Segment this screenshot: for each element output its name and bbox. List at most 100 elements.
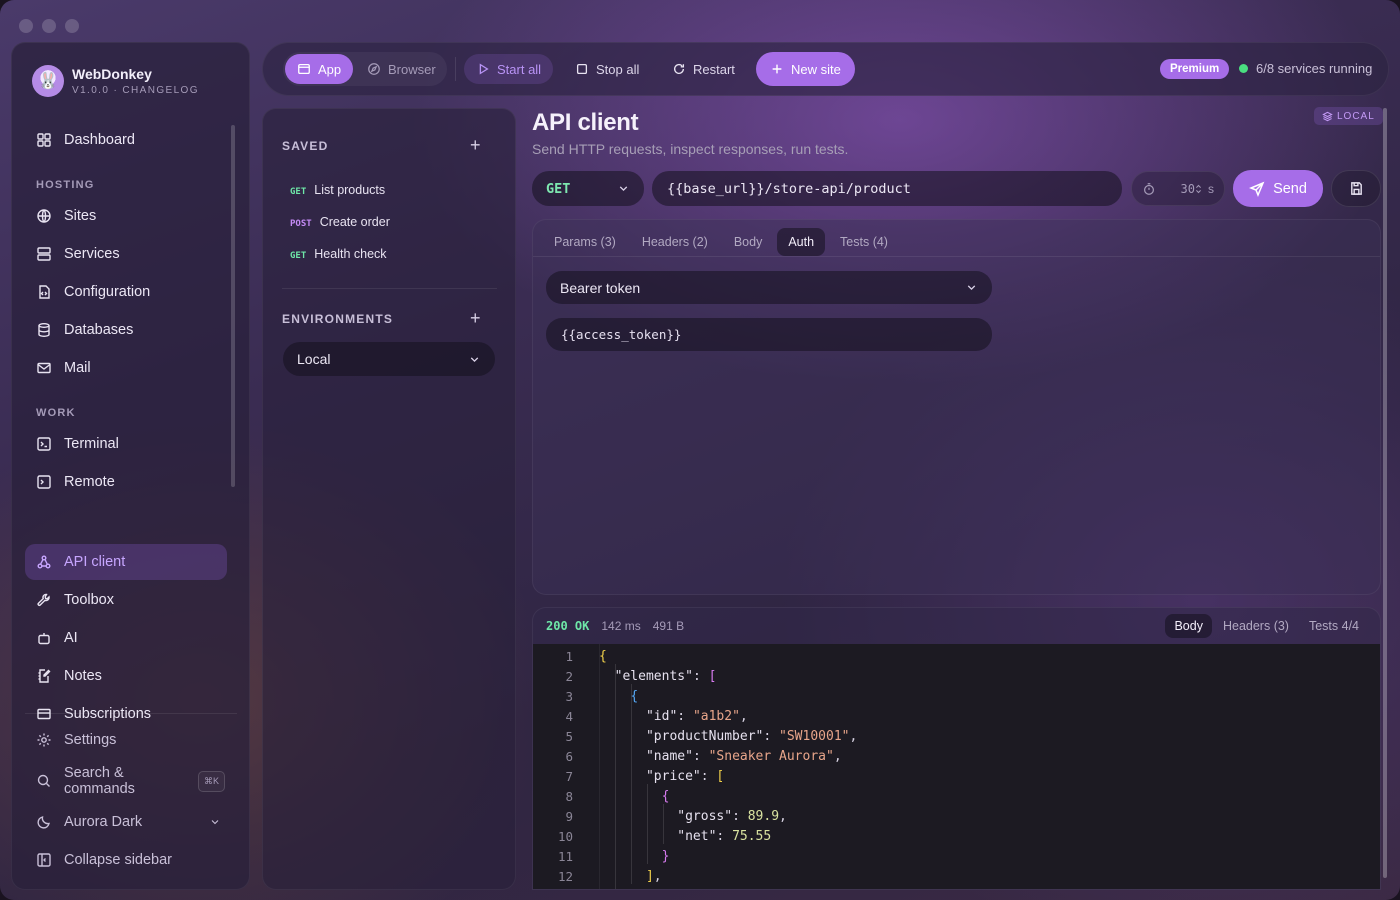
stop-all-button[interactable]: Stop all bbox=[563, 54, 651, 84]
environment-select[interactable]: Local bbox=[283, 342, 495, 376]
sidebar-item-label: Databases bbox=[64, 322, 134, 338]
grid-icon bbox=[37, 133, 51, 147]
tab-response-body[interactable]: Body bbox=[1165, 614, 1212, 638]
token-input[interactable]: {{access_token}} bbox=[546, 318, 992, 351]
line-number: 9 bbox=[565, 808, 573, 824]
indent-guide bbox=[615, 664, 616, 889]
environments-heading: ENVIRONMENTS bbox=[282, 312, 394, 326]
close-window-button[interactable] bbox=[19, 19, 33, 33]
webhook-icon bbox=[37, 555, 51, 569]
premium-badge[interactable]: Premium bbox=[1160, 59, 1230, 79]
tab-params[interactable]: Params (3) bbox=[543, 228, 627, 256]
sidebar-scrollbar[interactable] bbox=[231, 125, 235, 487]
send-button[interactable]: Send bbox=[1233, 170, 1323, 207]
layers-icon bbox=[1322, 111, 1333, 121]
url-input[interactable]: {{base_url}}/store-api/product bbox=[652, 171, 1122, 206]
saved-request-name: Health check bbox=[314, 247, 387, 261]
sidebar-divider bbox=[25, 713, 237, 714]
brand[interactable]: 🐰 WebDonkey V1.0.0 · CHANGELOG bbox=[32, 65, 199, 97]
timeout-stepper[interactable]: 30 s bbox=[1131, 171, 1225, 206]
add-saved-request-button[interactable]: + bbox=[470, 135, 481, 156]
sidebar-item-services[interactable]: Services bbox=[25, 236, 227, 272]
environment-badge-label: LOCAL bbox=[1337, 110, 1375, 122]
minimize-window-button[interactable] bbox=[42, 19, 56, 33]
timeout-value: 30 bbox=[1180, 181, 1195, 196]
line-number: 2 bbox=[565, 668, 573, 684]
brand-version[interactable]: V1.0.0 · CHANGELOG bbox=[72, 85, 199, 96]
tab-body[interactable]: Body bbox=[723, 228, 774, 256]
theme-select[interactable]: Aurora Dark bbox=[25, 804, 227, 840]
http-method-select[interactable]: GET bbox=[532, 171, 644, 206]
shortcut-badge: ⌘K bbox=[197, 770, 225, 792]
chevron-down-icon bbox=[470, 356, 479, 362]
saved-request-name: List products bbox=[314, 183, 386, 197]
code-line: 12 ], bbox=[533, 866, 662, 886]
sidebar-item-label: Dashboard bbox=[64, 132, 135, 148]
request-editor: Params (3) Headers (2) Body Auth Tests (… bbox=[532, 219, 1381, 595]
mail-icon bbox=[37, 362, 51, 374]
tab-auth[interactable]: Auth bbox=[777, 228, 826, 256]
app-mode-button[interactable]: App bbox=[285, 54, 354, 84]
sidebar-item-dashboard[interactable]: Dashboard bbox=[25, 122, 227, 158]
database-icon bbox=[38, 323, 50, 338]
code-text: "net": 75.55 bbox=[677, 828, 772, 844]
gear-icon bbox=[37, 733, 51, 747]
sidebar-item-databases[interactable]: Databases bbox=[25, 312, 227, 348]
sidebar-item-mail[interactable]: Mail bbox=[25, 350, 227, 386]
saved-request-item[interactable]: POST Create order bbox=[290, 215, 390, 229]
saved-request-item[interactable]: GET List products bbox=[290, 183, 385, 197]
tab-response-headers[interactable]: Headers (3) bbox=[1214, 614, 1298, 638]
play-icon bbox=[479, 63, 489, 75]
refresh-icon bbox=[673, 63, 685, 74]
chevron-down-icon bbox=[967, 285, 976, 291]
restart-button[interactable]: Restart bbox=[660, 54, 747, 84]
code-line: 5 "productNumber": "SW10001", bbox=[533, 726, 857, 746]
settings-button[interactable]: Settings bbox=[25, 722, 227, 758]
method-badge: POST bbox=[290, 219, 312, 229]
panel-divider bbox=[282, 288, 497, 289]
sidebar-item-label: Remote bbox=[64, 474, 115, 490]
search-commands-button[interactable]: Search & commands ⌘K bbox=[25, 763, 227, 799]
code-text: "name": "Sneaker Aurora", bbox=[645, 748, 842, 764]
browser-mode-button[interactable]: Browser bbox=[355, 54, 448, 84]
sidebar-item-ai[interactable]: AI bbox=[25, 620, 227, 656]
new-site-button[interactable]: New site bbox=[756, 52, 855, 86]
services-status[interactable]: 6/8 services running bbox=[1239, 61, 1372, 76]
sidebar-item-notes[interactable]: Notes bbox=[25, 658, 227, 694]
start-all-button[interactable]: Start all bbox=[464, 54, 554, 84]
square-icon bbox=[576, 63, 588, 75]
code-text: "price": [ bbox=[645, 768, 725, 784]
sidebar-item-label: Subscriptions bbox=[64, 706, 152, 722]
saved-request-item[interactable]: GET Health check bbox=[290, 247, 387, 261]
sidebar-item-sites[interactable]: Sites bbox=[25, 198, 227, 234]
sidebar-item-api-client[interactable]: API client bbox=[25, 544, 227, 580]
response-body-editor[interactable]: 1{2 "elements": [3 {4 "id": "a1b2", 5 "pr… bbox=[533, 644, 1380, 889]
save-request-button[interactable] bbox=[1331, 170, 1381, 207]
tab-response-tests[interactable]: Tests 4/4 bbox=[1300, 614, 1368, 638]
section-work: WORK bbox=[36, 407, 76, 419]
add-environment-button[interactable]: + bbox=[470, 308, 481, 329]
status-code: 200 OK bbox=[546, 619, 590, 633]
window-controls bbox=[19, 19, 79, 33]
tab-tests[interactable]: Tests (4) bbox=[829, 228, 899, 256]
environment-badge: LOCAL bbox=[1314, 107, 1383, 125]
sidebar-item-toolbox[interactable]: Toolbox bbox=[25, 582, 227, 618]
sidebar-item-label: API client bbox=[64, 554, 126, 570]
code-text: "gross": 89.9, bbox=[677, 808, 787, 824]
app-window-icon bbox=[298, 63, 310, 75]
auth-type-select[interactable]: Bearer token bbox=[546, 271, 992, 304]
tab-headers[interactable]: Headers (2) bbox=[631, 228, 719, 256]
collapse-sidebar-button[interactable]: Collapse sidebar bbox=[25, 842, 227, 878]
sidebar-item-remote[interactable]: Remote bbox=[25, 464, 227, 500]
notebook-pen-icon bbox=[38, 669, 51, 683]
app-window: 🐰 WebDonkey V1.0.0 · CHANGELOG Dashboard… bbox=[0, 0, 1400, 900]
donkey-logo-icon: 🐰 bbox=[32, 65, 64, 97]
maximize-window-button[interactable] bbox=[65, 19, 79, 33]
auth-type-value: Bearer token bbox=[560, 279, 641, 296]
panel-left-icon bbox=[37, 853, 51, 867]
main-scrollbar[interactable] bbox=[1383, 108, 1387, 878]
sidebar-item-terminal[interactable]: Terminal bbox=[25, 426, 227, 462]
code-text: { bbox=[661, 788, 670, 804]
sidebar-item-configuration[interactable]: Configuration bbox=[25, 274, 227, 310]
code-line: 8 { bbox=[533, 786, 669, 806]
